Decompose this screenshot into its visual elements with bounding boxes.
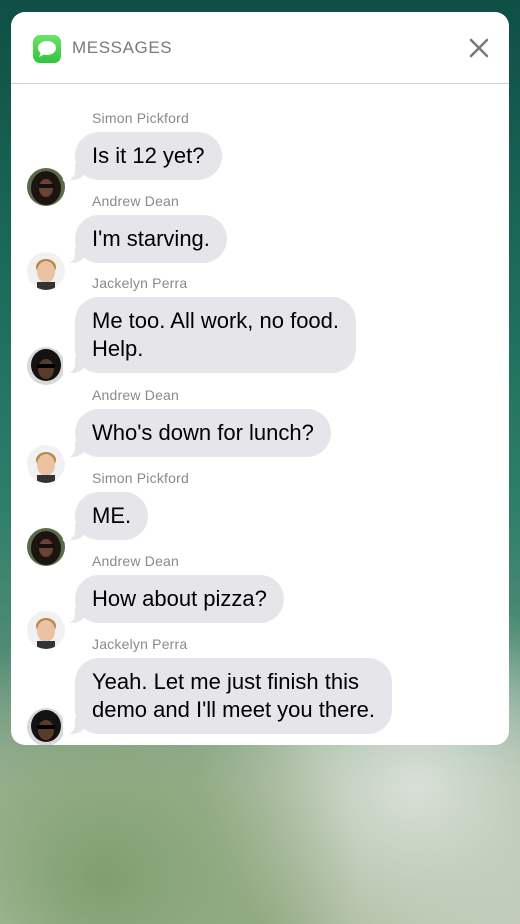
message-bubble[interactable]: Yeah. Let me just finish this demo and I…: [62, 658, 393, 735]
message-bubble[interactable]: ME.: [62, 492, 149, 541]
avatar-simon: [27, 168, 65, 206]
sender-name: Simon Pickford: [92, 110, 189, 126]
lock-screen-background: MESSAGES Simon Pickford Is it 12 yet? An…: [0, 0, 520, 924]
message-bubble[interactable]: I'm starving.: [63, 215, 227, 264]
sender-name: Andrew Dean: [92, 193, 180, 209]
close-icon[interactable]: [467, 36, 491, 60]
message-bubble[interactable]: Is it 12 yet?: [63, 132, 222, 181]
sender-name: Andrew Dean: [92, 553, 180, 569]
avatar-jackelyn: [27, 347, 65, 385]
sender-name: Andrew Dean: [92, 387, 180, 403]
notification-header: MESSAGES: [11, 12, 509, 84]
avatar-simon: [27, 528, 65, 566]
avatar-andrew: [27, 252, 65, 290]
avatar-andrew: [27, 611, 65, 649]
message-bubble[interactable]: Who's down for lunch?: [63, 409, 331, 458]
app-name: MESSAGES: [72, 38, 173, 57]
messages-notification-card[interactable]: MESSAGES Simon Pickford Is it 12 yet? An…: [11, 12, 509, 745]
avatar-andrew: [27, 445, 65, 483]
messages-app-icon: [33, 35, 61, 63]
message-bubble[interactable]: How about pizza?: [63, 575, 284, 624]
sender-name: Jackelyn Perra: [92, 636, 188, 652]
avatar-jackelyn: [27, 708, 65, 745]
sender-name: Jackelyn Perra: [92, 275, 188, 291]
sender-name: Simon Pickford: [92, 470, 189, 486]
message-bubble[interactable]: Me too. All work, no food. Help.: [62, 297, 357, 374]
